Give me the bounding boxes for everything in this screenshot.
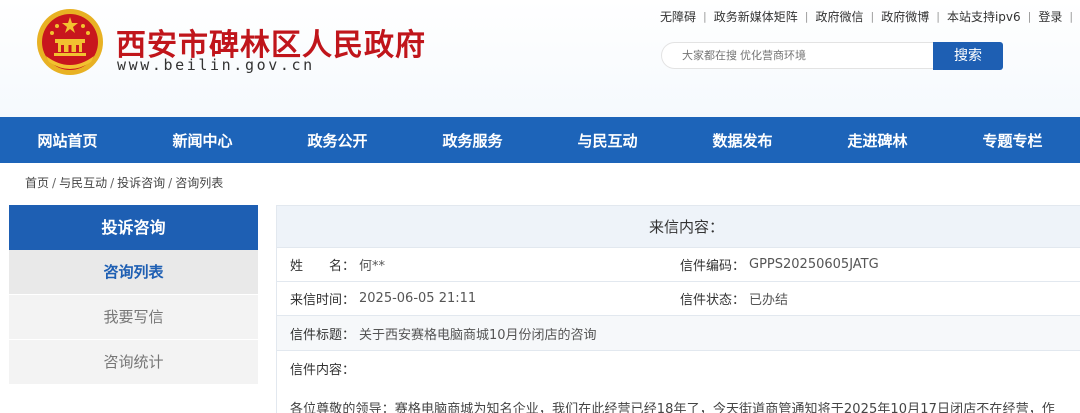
- subject-label: 信件标题：: [290, 327, 356, 343]
- sidebar-heading: 投诉咨询: [9, 205, 258, 250]
- link-wechat[interactable]: 政府微信: [815, 8, 863, 25]
- letter-row-subject: 信件标题： 关于西安赛格电脑商城10月份闭店的咨询: [277, 316, 1080, 351]
- divider: |: [1069, 9, 1074, 23]
- nav-item-home[interactable]: 网站首页: [0, 117, 135, 163]
- site-domain: www.beilin.gov.cn: [117, 56, 315, 74]
- link-media-matrix[interactable]: 政务新媒体矩阵: [714, 8, 798, 25]
- divider: |: [1027, 9, 1032, 23]
- name-value: 何**: [359, 259, 386, 274]
- code-value: GPPS20250605JATG: [749, 257, 879, 272]
- search-button[interactable]: 搜索: [933, 42, 1003, 70]
- time-value: 2025-06-05 21:11: [359, 291, 477, 306]
- name-field: 姓 名： 何**: [277, 255, 667, 274]
- letter-row-time-status: 来信时间： 2025-06-05 21:11 信件状态： 已办结: [277, 282, 1080, 316]
- content-label: 信件内容：: [290, 363, 356, 378]
- letter-section-title: 来信内容：: [277, 206, 1080, 248]
- code-label: 信件编码：: [680, 259, 746, 274]
- link-weibo[interactable]: 政府微博: [881, 8, 929, 25]
- letter-detail: 来信内容： 姓 名： 何** 信件编码： GPPS20250605JATG 来信时…: [276, 205, 1080, 413]
- status-value: 已办结: [749, 293, 789, 308]
- status-label: 信件状态：: [680, 293, 746, 308]
- breadcrumb: 首页 / 与民互动 / 投诉咨询 / 咨询列表: [25, 174, 223, 191]
- nav-item-news[interactable]: 新闻中心: [135, 117, 270, 163]
- national-emblem-icon: [37, 9, 103, 75]
- letter-content-text: 各位尊敬的领导：赛格电脑商城为知名企业，我们在此经营已经18年了，今天街道商管通…: [290, 402, 1055, 413]
- subject-field: 信件标题： 关于西安赛格电脑商城10月份闭店的咨询: [277, 324, 1077, 343]
- link-login[interactable]: 登录: [1038, 8, 1062, 25]
- nav-item-topics[interactable]: 专题专栏: [945, 117, 1080, 163]
- name-label-part-a: 姓: [290, 259, 304, 274]
- breadcrumb-separator: /: [168, 176, 173, 190]
- breadcrumb-interaction[interactable]: 与民互动: [59, 176, 107, 190]
- nav-item-gov-affairs[interactable]: 政务公开: [270, 117, 405, 163]
- breadcrumb-separator: /: [52, 176, 57, 190]
- breadcrumb-separator: /: [110, 176, 115, 190]
- nav-item-services[interactable]: 政务服务: [405, 117, 540, 163]
- site-header: 西安市碑林区人民政府 www.beilin.gov.cn 无障碍 | 政务新媒体…: [0, 0, 1080, 117]
- breadcrumb-complaints[interactable]: 投诉咨询: [117, 176, 165, 190]
- divider: |: [804, 9, 809, 23]
- link-ipv6[interactable]: 本站支持ipv6: [947, 8, 1021, 25]
- link-accessibility[interactable]: 无障碍: [660, 8, 696, 25]
- letter-row-name-code: 姓 名： 何** 信件编码： GPPS20250605JATG: [277, 248, 1080, 282]
- time-label: 来信时间：: [290, 293, 356, 308]
- sidebar-item-write-letter[interactable]: 我要写信: [9, 295, 258, 340]
- breadcrumb-home[interactable]: 首页: [25, 176, 49, 190]
- nav-item-interaction[interactable]: 与民互动: [540, 117, 675, 163]
- code-field: 信件编码： GPPS20250605JATG: [667, 255, 1067, 274]
- nav-item-data[interactable]: 数据发布: [675, 117, 810, 163]
- main-nav: 网站首页 新闻中心 政务公开 政务服务 与民互动 数据发布 走进碑林 专题专栏: [0, 117, 1080, 163]
- divider: |: [870, 9, 875, 23]
- search-input[interactable]: [661, 42, 937, 69]
- subject-value: 关于西安赛格电脑商城10月份闭店的咨询: [359, 327, 597, 343]
- status-field: 信件状态： 已办结: [667, 289, 1067, 308]
- name-label-part-b: 名：: [329, 259, 356, 274]
- sidebar: 投诉咨询 咨询列表 我要写信 咨询统计: [9, 205, 258, 385]
- sidebar-item-consult-list[interactable]: 咨询列表: [9, 250, 258, 295]
- divider: |: [703, 9, 707, 23]
- name-label: 姓 名：: [290, 255, 355, 274]
- breadcrumb-current[interactable]: 咨询列表: [175, 176, 223, 190]
- time-field: 来信时间： 2025-06-05 21:11: [277, 289, 667, 308]
- divider: |: [936, 9, 940, 23]
- nav-item-about[interactable]: 走进碑林: [810, 117, 945, 163]
- sidebar-item-statistics[interactable]: 咨询统计: [9, 340, 258, 385]
- top-utility-links: 无障碍 | 政务新媒体矩阵 | 政府微信 | 政府微博 | 本站支持ipv6 |…: [660, 7, 1080, 25]
